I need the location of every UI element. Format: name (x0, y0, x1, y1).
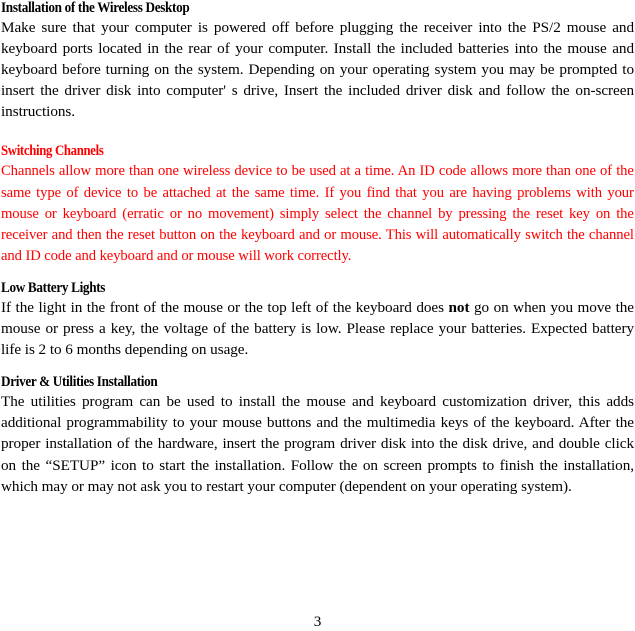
heading-low-battery-lights: Low Battery Lights (1, 279, 106, 296)
section-driver-utilities: Driver & Utilities Installation The util… (1, 374, 634, 496)
paragraph-driver-utilities: The utilities program can be used to ins… (1, 393, 634, 495)
paragraph-low-battery-lights: If the light in the front of the mouse o… (1, 297, 634, 360)
paragraph-switching-channels: Channels allow more than one wireless de… (1, 162, 634, 264)
page-number: 3 (313, 613, 322, 630)
section-installation: Installation of the Wireless Desktop Mak… (1, 0, 634, 122)
document-page: Installation of the Wireless Desktop Mak… (0, 0, 635, 631)
page-content: Installation of the Wireless Desktop Mak… (1, 0, 634, 497)
section-gap-1 (1, 122, 634, 143)
emphasis-not: not (448, 298, 470, 316)
section-gap-3 (1, 360, 634, 374)
heading-installation: Installation of the Wireless Desktop (1, 0, 190, 16)
section-low-battery-lights: Low Battery Lights If the light in the f… (1, 280, 634, 360)
paragraph-low-battery-part1: If the light in the front of the mouse o… (1, 298, 449, 316)
paragraph-installation: Make sure that your computer is powered … (1, 19, 634, 121)
section-switching-channels: Switching Channels Channels allow more t… (1, 143, 634, 265)
heading-driver-utilities: Driver & Utilities Installation (1, 374, 158, 391)
heading-switching-channels: Switching Channels (1, 143, 104, 160)
section-gap-2 (1, 266, 634, 280)
